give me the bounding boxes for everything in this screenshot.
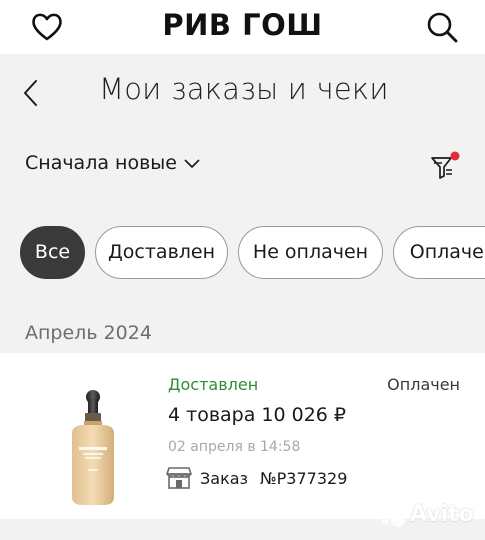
chip-all[interactable]: Все: [20, 226, 85, 279]
sort-dropdown[interactable]: Сначала новые: [25, 152, 201, 174]
order-label: Заказ: [200, 469, 249, 488]
order-number: №P377329: [260, 469, 348, 488]
brand-logo[interactable]: РИВ ГОШ: [0, 8, 485, 42]
sort-filter-bar: Сначала новые: [0, 140, 485, 188]
payment-status: Оплачен: [387, 375, 460, 394]
avito-logo-icon: [380, 502, 405, 527]
order-card[interactable]: Доставлен Оплачен 4 товара 10 026 ₽ 02 а…: [0, 353, 485, 519]
sort-label: Сначала новые: [25, 152, 177, 174]
product-thumbnail: [72, 390, 114, 505]
chevron-down-icon: [184, 159, 200, 168]
order-date: 02 апреля в 14:58: [168, 439, 301, 455]
chip-delivered[interactable]: Доставлен: [95, 226, 228, 279]
status-filter-chips: Все Доставлен Не оплачен Оплачен: [0, 226, 485, 282]
app-header: РИВ ГОШ: [0, 0, 485, 54]
watermark-text: Avito: [410, 501, 474, 527]
chip-paid[interactable]: Оплачен: [393, 226, 485, 279]
page-title-bar: Мои заказы и чеки: [0, 54, 485, 132]
month-group-header: Апрель 2024: [25, 322, 152, 344]
filter-active-dot: [450, 151, 460, 161]
order-summary: 4 товара 10 026 ₽: [168, 404, 347, 426]
avito-watermark: Avito: [377, 497, 474, 531]
delivery-status: Доставлен: [168, 375, 259, 394]
chevron-left-icon[interactable]: [20, 78, 42, 108]
filter-icon[interactable]: [428, 150, 462, 182]
search-icon[interactable]: [425, 10, 459, 44]
store-icon: [166, 467, 192, 489]
page-title: Мои заказы и чеки: [99, 72, 389, 106]
chip-unpaid[interactable]: Не оплачен: [238, 226, 383, 279]
